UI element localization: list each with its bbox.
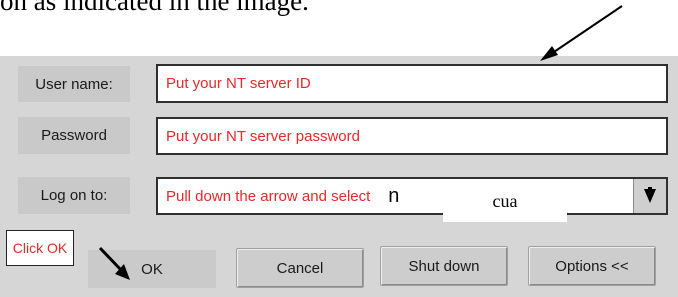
ok-pointer-arrow-icon: [98, 246, 130, 280]
pointer-arrow-icon: [540, 5, 623, 61]
annotation-arrows: [98, 5, 623, 280]
